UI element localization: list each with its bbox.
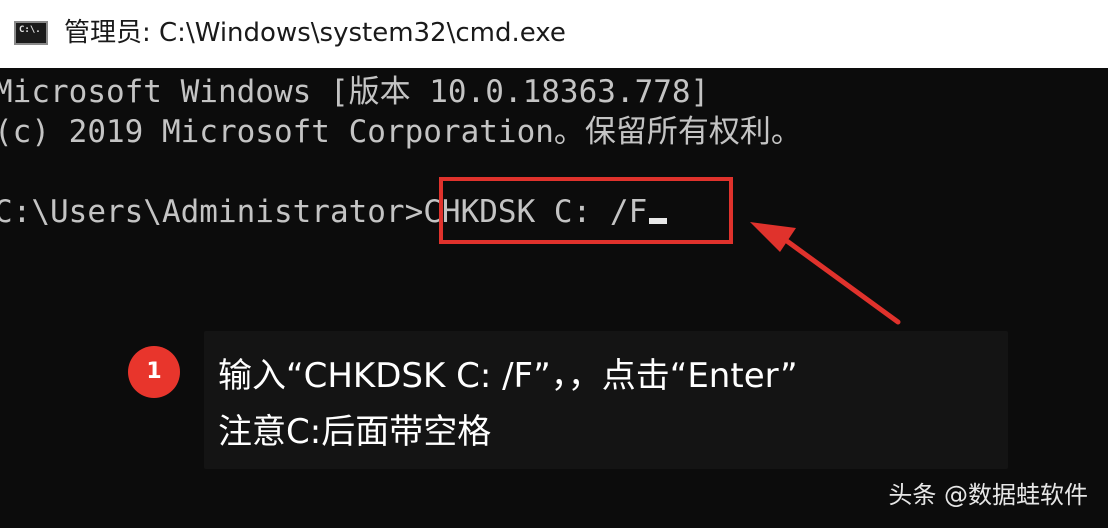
annotation-note: 注意C:后面带空格 bbox=[218, 412, 492, 452]
console-prompt: C:\Users\Administrator> bbox=[0, 194, 424, 230]
arrow-shaft bbox=[777, 233, 901, 325]
window-title: 管理员: C:\Windows\system32\cmd.exe bbox=[64, 18, 566, 48]
annotation-instruction: 输入“CHKDSK C: /F”，，点击“Enter” bbox=[218, 356, 798, 396]
cmd-window: C:\. 管理员: C:\Windows\system32\cmd.exe Mi… bbox=[0, 0, 1108, 528]
step-number-badge: 1 bbox=[128, 346, 180, 398]
arrow-icon bbox=[750, 222, 901, 325]
cmd-icon-label: C:\. bbox=[19, 25, 41, 35]
command-highlight-box bbox=[439, 177, 733, 244]
watermark-text: 头条 @数据蛙软件 bbox=[888, 481, 1088, 509]
console-copyright-line: (c) 2019 Microsoft Corporation。保留所有权利。 bbox=[0, 114, 802, 150]
title-bar[interactable]: C:\. 管理员: C:\Windows\system32\cmd.exe bbox=[0, 0, 1108, 68]
arrow-head bbox=[750, 222, 796, 252]
console-version-line: Microsoft Windows [版本 10.0.18363.778] bbox=[0, 74, 710, 110]
cmd-icon: C:\. bbox=[14, 21, 48, 45]
